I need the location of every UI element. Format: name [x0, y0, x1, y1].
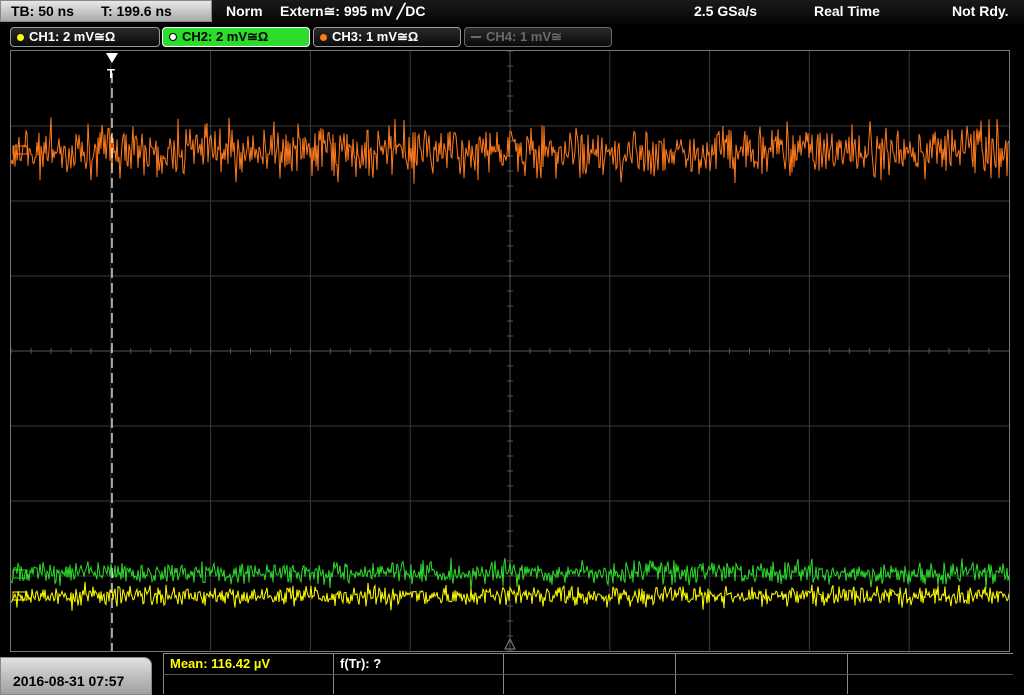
ch2-indicator-icon [169, 33, 177, 41]
ch3-indicator-icon [320, 33, 327, 41]
sample-rate: 2.5 GSa/s [694, 3, 758, 19]
channel-tab-ch2[interactable]: CH2: 2 mV≅Ω [162, 27, 310, 47]
trigger-marker-label: T [107, 66, 115, 81]
status-bar: TB: 50 ns T: 199.6 ns Norm Extern≅: 995 … [0, 0, 1024, 24]
waveform-canvas: T [11, 51, 1009, 651]
channel-label: CH1: 2 mV≅Ω [29, 29, 116, 44]
date-time[interactable]: 2016-08-31 07:57 [0, 657, 152, 695]
frequency-measurement: f(Tr): ? [340, 656, 382, 671]
channel-label: CH3: 1 mV≅Ω [332, 29, 419, 44]
ch4-off-icon [471, 36, 481, 38]
channel-tab-ch4[interactable]: CH4: 1 mV≅ [464, 27, 612, 47]
trigger-mode[interactable]: Norm [226, 3, 263, 19]
mean-measurement: Mean: 116.42 µV [170, 656, 270, 671]
timebase-box[interactable]: TB: 50 ns T: 199.6 ns [0, 0, 212, 22]
channel-label: CH2: 2 mV≅Ω [182, 29, 269, 44]
waveform-display[interactable]: T [10, 50, 1010, 652]
channel-label: CH4: 1 mV≅ [486, 29, 562, 44]
measurement-row-divider [163, 674, 1013, 675]
channel-tab-ch1[interactable]: CH1: 2 mV≅Ω [10, 27, 160, 47]
trigger-time-readout: T: 199.6 ns [101, 3, 172, 19]
measurement-panel: Mean: 116.42 µV f(Tr): ? [163, 653, 1013, 695]
timebase-readout: TB: 50 ns [11, 3, 75, 19]
ch1-indicator-icon [17, 33, 24, 41]
trigger-position-icon [106, 53, 118, 63]
acquisition-state: Not Rdy. [952, 3, 1009, 19]
trigger-source[interactable]: Extern≅: 995 mV ╱DC [280, 3, 425, 20]
acquisition-mode[interactable]: Real Time [814, 3, 880, 19]
channel-tab-ch3[interactable]: CH3: 1 mV≅Ω [313, 27, 461, 47]
